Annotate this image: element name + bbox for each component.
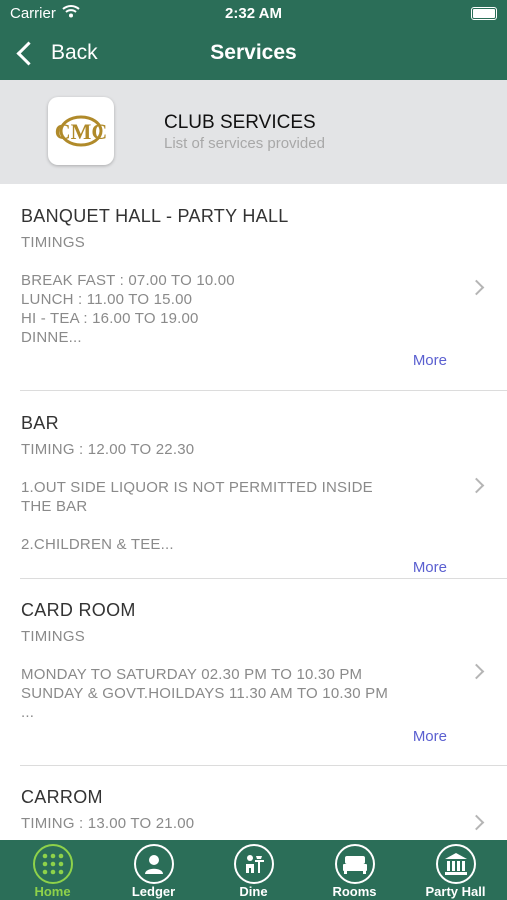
service-detail: TIMING : 13.00 TO 21.00 <box>21 815 195 832</box>
service-detail: TIMINGS <box>21 234 85 251</box>
tab-label: Ledger <box>131 884 176 899</box>
tab-label: Party Hall <box>425 884 486 899</box>
service-title: CARROM <box>21 787 103 807</box>
service-detail: 1.OUT SIDE LIQUOR IS NOT PERMITTED INSID… <box>21 479 373 496</box>
list-item[interactable]: BANQUET HALL - PARTY HALL TIMINGS BREAK … <box>0 184 507 390</box>
bank-icon <box>435 844 476 884</box>
page-title: Services <box>210 41 297 64</box>
service-detail: SUNDAY & GOVT.HOILDAYS 11.30 AM TO 10.30… <box>21 685 389 702</box>
tab-rooms[interactable]: Rooms <box>304 840 405 900</box>
list-item[interactable]: BAR TIMING : 12.00 TO 22.30 1.OUT SIDE L… <box>0 391 507 577</box>
service-detail: 2.CHILDREN & TEE... <box>21 536 174 553</box>
services-list: BANQUET HALL - PARTY HALL TIMINGS BREAK … <box>0 184 507 840</box>
service-title: BANQUET HALL - PARTY HALL <box>21 206 289 226</box>
more-link[interactable]: More <box>413 559 447 576</box>
list-item[interactable]: CARD ROOM TIMINGS MONDAY TO SATURDAY 02.… <box>0 579 507 765</box>
tab-home[interactable]: Home <box>2 840 103 900</box>
navigation-header: Carrier 2:32 AM Back Services <box>0 0 507 80</box>
service-title: BAR <box>21 413 59 433</box>
service-detail: DINNE... <box>21 329 82 346</box>
service-detail: MONDAY TO SATURDAY 02.30 PM TO 10.30 PM <box>21 666 363 683</box>
tab-label: Home <box>34 884 71 899</box>
dine-icon <box>233 844 274 884</box>
tab-label: Rooms <box>332 884 377 899</box>
club-logo: CMC <box>48 97 114 165</box>
tab-ledger[interactable]: Ledger <box>103 840 204 900</box>
chevron-right-icon <box>468 279 485 296</box>
service-detail: BREAK FAST : 07.00 TO 10.00 <box>21 272 235 289</box>
more-link[interactable]: More <box>413 728 447 745</box>
service-detail: TIMINGS <box>21 628 85 645</box>
service-title: CARD ROOM <box>21 600 136 620</box>
status-time: 2:32 AM <box>225 5 282 22</box>
chevron-right-icon <box>468 814 485 831</box>
status-bar: Carrier 2:32 AM <box>0 0 507 28</box>
service-detail: HI - TEA : 16.00 TO 19.00 <box>21 310 199 327</box>
tab-dine[interactable]: Dine <box>203 840 304 900</box>
chevron-right-icon <box>468 477 485 494</box>
list-item[interactable]: CARROM TIMING : 13.00 TO 21.00 <box>0 766 507 840</box>
club-services-subtitle: List of services provided <box>164 135 325 152</box>
service-detail: ... <box>21 704 35 721</box>
bed-icon <box>334 844 375 884</box>
svg-text:CMC: CMC <box>55 119 107 144</box>
more-link[interactable]: More <box>413 352 447 369</box>
person-icon <box>133 844 174 884</box>
tab-party-hall[interactable]: Party Hall <box>405 840 506 900</box>
service-detail: LUNCH : 11.00 TO 15.00 <box>21 291 193 308</box>
battery-icon <box>471 7 497 20</box>
tab-bar: Home Ledger Dine Rooms Party Hall <box>0 840 507 900</box>
service-detail: THE BAR <box>21 498 88 515</box>
service-detail: TIMING : 12.00 TO 22.30 <box>21 441 195 458</box>
club-services-title: CLUB SERVICES <box>164 112 316 133</box>
tab-label: Dine <box>239 884 268 899</box>
chevron-right-icon <box>468 663 485 680</box>
grid-icon <box>32 844 73 884</box>
